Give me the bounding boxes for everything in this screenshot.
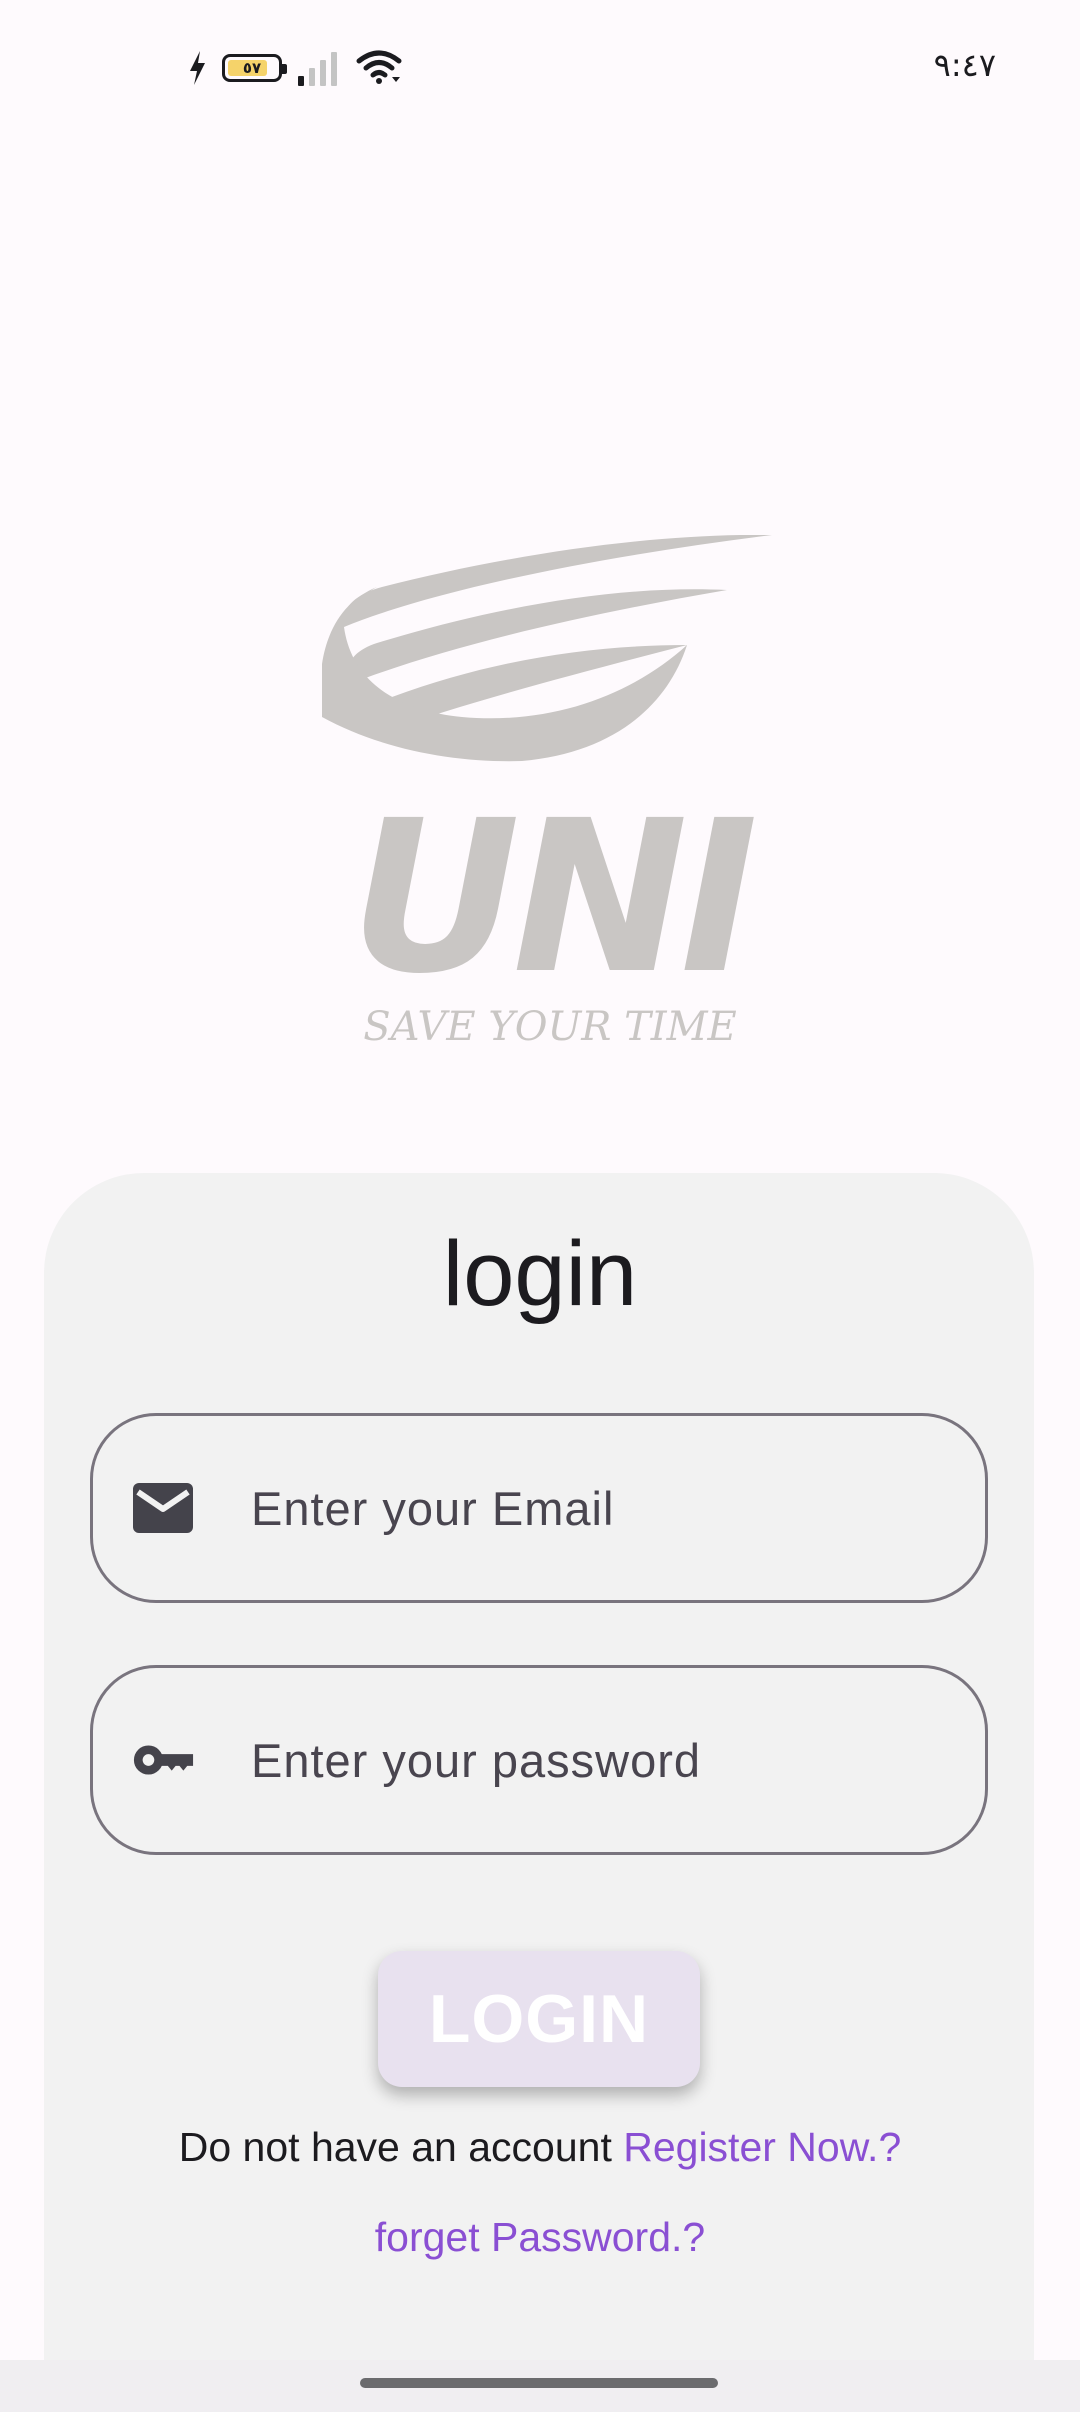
register-now-link[interactable]: Register Now.? [623, 2124, 901, 2170]
status-icons: ٥٧ [186, 46, 402, 90]
battery-nub [282, 64, 287, 74]
logo-wordmark: UNI [350, 775, 754, 1020]
register-prompt-text: Do not have an account [178, 2124, 624, 2170]
status-bar: ٥٧ ٩:٤٧ [0, 0, 1080, 130]
battery-icon: ٥٧ [222, 54, 287, 82]
email-input[interactable] [249, 1416, 945, 1600]
login-title: login [442, 1223, 638, 1325]
uni-logo: UNI SAVE YOUR TIME [322, 535, 772, 1050]
cell-signal-icon [298, 52, 337, 86]
login-button[interactable]: LOGIN [378, 1951, 700, 2087]
register-prompt-row: Do not have an account Register Now.? [0, 2124, 1080, 2171]
key-icon [131, 1728, 195, 1792]
email-field[interactable] [90, 1413, 988, 1603]
password-field[interactable] [90, 1665, 988, 1855]
charging-bolt-icon [190, 51, 205, 85]
battery-level: ٥٧ [242, 59, 262, 77]
home-indicator[interactable] [360, 2378, 718, 2388]
logo-tagline: SAVE YOUR TIME [363, 1004, 736, 1050]
forget-password-link[interactable]: forget Password.? [0, 2214, 1080, 2261]
status-time: ٩:٤٧ [933, 46, 996, 84]
mail-icon [131, 1476, 195, 1540]
password-input[interactable] [249, 1668, 945, 1852]
wifi-icon [356, 50, 402, 84]
